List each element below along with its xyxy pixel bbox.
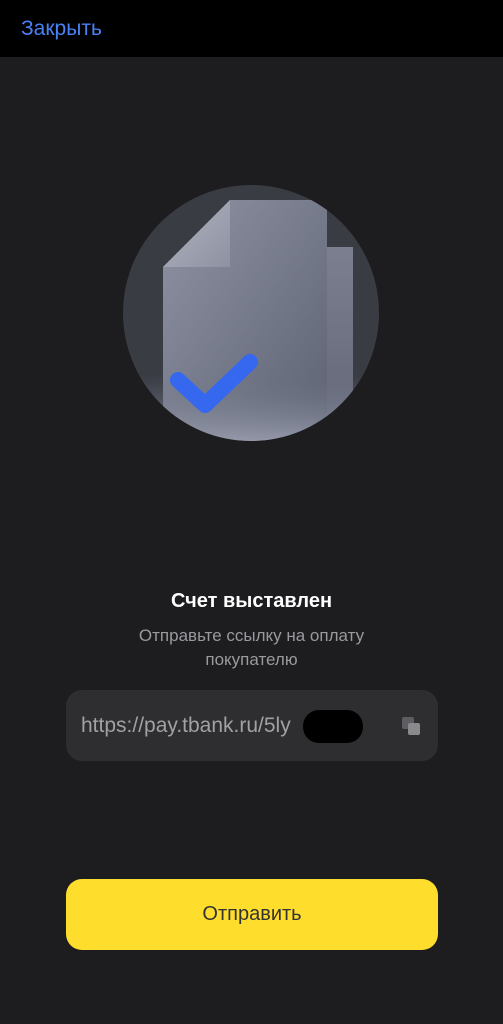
payment-link-field[interactable]: https://pay.tbank.ru/5ly (66, 690, 438, 761)
redaction-mark (303, 710, 363, 743)
send-button[interactable]: Отправить (66, 879, 438, 950)
close-button[interactable]: Закрыть (21, 16, 102, 42)
invoice-document-check-icon (123, 185, 379, 441)
top-bar: Закрыть (0, 0, 503, 57)
copy-icon[interactable] (400, 715, 422, 737)
invoice-illustration (123, 185, 379, 441)
page-title: Счет выставлен (170, 590, 333, 612)
page-subtitle: Отправьте ссылку на оплату покупателю (138, 626, 365, 669)
payment-link-text[interactable]: https://pay.tbank.ru/5ly (81, 713, 291, 739)
